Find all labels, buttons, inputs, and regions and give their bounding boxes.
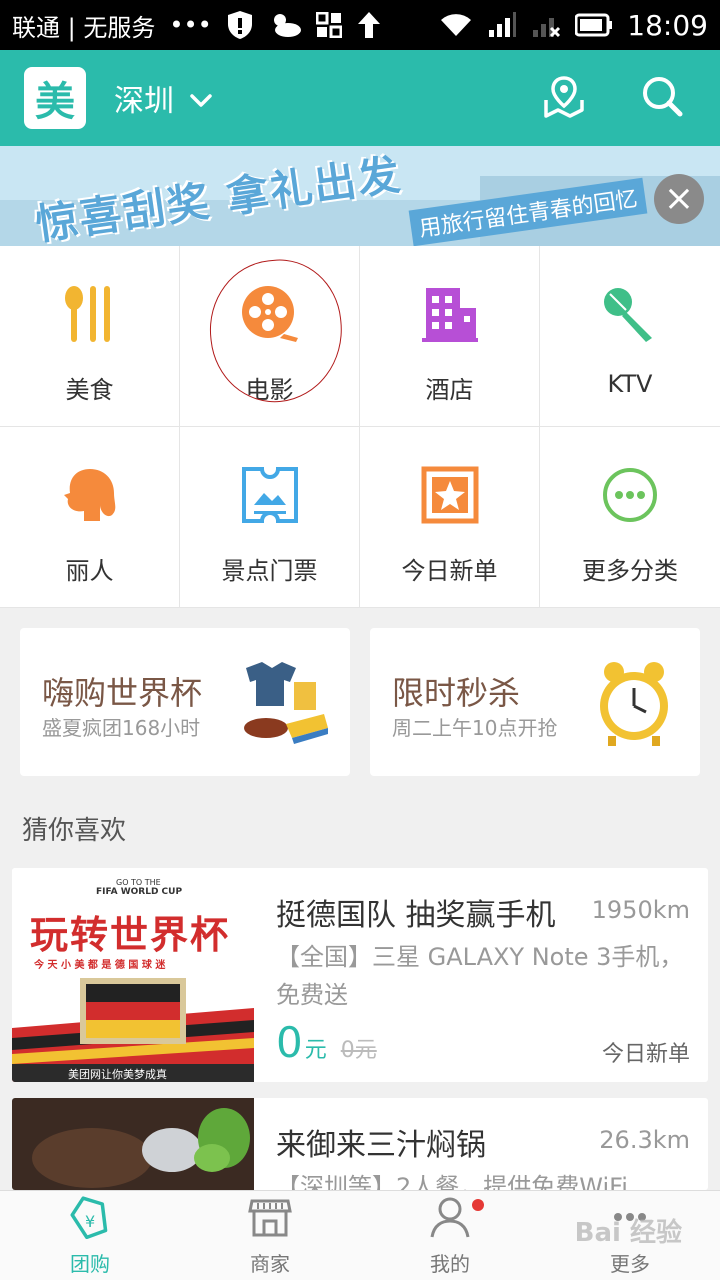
fork-knife-icon: [58, 282, 122, 346]
city-selector[interactable]: 深圳: [114, 76, 212, 120]
category-beauty[interactable]: 丽人: [0, 427, 180, 608]
deal-image-worldcup: GO TO THE FIFA WORLD CUP 玩转世界杯 今 天 小 美 都…: [12, 868, 254, 1082]
hotel-building-icon: [418, 282, 482, 346]
section-title-recommend: 猜你喜欢: [22, 816, 127, 846]
deal-card[interactable]: 来御来三汁焖锅 26.3km 【深圳等】2人餐，提供免费WiFi: [12, 1098, 708, 1190]
price-value: 0: [276, 1018, 303, 1067]
upload-arrow-icon: [356, 10, 382, 40]
category-ktv[interactable]: KTV: [540, 246, 720, 427]
wifi-icon: [439, 12, 473, 38]
deal-title: 来御来三汁焖锅: [276, 1128, 486, 1163]
deal-image-hotpot: [12, 1098, 254, 1190]
signal-icon: [487, 12, 517, 38]
ticket-icon: [238, 463, 302, 527]
svg-text:¥: ¥: [85, 1212, 95, 1231]
battery-icon: [575, 13, 613, 37]
category-hotel[interactable]: 酒店: [360, 246, 540, 427]
category-label: 酒店: [425, 376, 474, 404]
category-label: 今日新单: [401, 557, 498, 585]
deal-price: 0 元 0元: [276, 1018, 377, 1067]
worldcup-goods-image: [236, 658, 332, 748]
tab-label: 更多: [610, 1251, 650, 1276]
app-header: 美 深圳: [0, 50, 720, 146]
app-grid-icon: [315, 12, 342, 38]
tab-label: 团购: [70, 1251, 110, 1276]
app-logo: 美: [24, 67, 86, 129]
alarm-clock-icon: [586, 658, 682, 748]
tab-label: 我的: [430, 1251, 470, 1276]
promo-card-flash-sale[interactable]: 限时秒杀 周二上午10点开抢: [370, 628, 700, 776]
category-new-today[interactable]: 今日新单: [360, 427, 540, 608]
deal-image-caption-top: GO TO THE: [116, 878, 161, 887]
deal-image-caption-cup: FIFA WORLD CUP: [96, 887, 183, 897]
tab-label: 商家: [250, 1251, 290, 1276]
category-food[interactable]: 美食: [0, 246, 180, 427]
star-box-icon: [418, 463, 482, 527]
woman-head-icon: [58, 463, 122, 527]
tag-icon: ¥: [68, 1195, 112, 1244]
city-name: 深圳: [114, 84, 174, 119]
promo-banner[interactable]: 惊喜刮奖 拿礼出发 用旅行留住青春的回忆 ×: [0, 146, 720, 246]
deal-distance: 1950km: [591, 896, 690, 924]
promo-subtitle: 盛夏疯团168小时: [42, 716, 201, 740]
deal-description: 【全国】三星 GALAXY Note 3手机，免费送: [276, 943, 684, 1009]
user-icon: [428, 1195, 472, 1244]
map-location-icon[interactable]: [540, 72, 588, 124]
banner-close-button[interactable]: ×: [654, 174, 704, 224]
shop-icon: [248, 1195, 292, 1244]
baidu-watermark: Bai 经验: [574, 1218, 682, 1248]
category-label: 美食: [65, 376, 114, 404]
promo-card-worldcup[interactable]: 嗨购世界杯 盛夏疯团168小时: [20, 628, 350, 776]
price-unit: 元: [304, 1038, 327, 1063]
deal-card[interactable]: GO TO THE FIFA WORLD CUP 玩转世界杯 今 天 小 美 都…: [12, 868, 708, 1082]
shield-icon: [226, 10, 254, 40]
deal-image-footer: 美团网让你美梦成真: [68, 1068, 167, 1081]
more-dots-icon: [598, 463, 662, 527]
microphone-icon: [598, 282, 662, 346]
search-icon[interactable]: [640, 74, 684, 122]
more-dots: •••: [169, 11, 212, 39]
notification-dot: [472, 1199, 484, 1211]
deal-image-headline: 玩转世界杯: [30, 913, 231, 957]
category-grid: 美食 电影 酒店 KTV 丽人 景点门票 今日新单 更多分类: [0, 246, 720, 608]
chevron-down-icon: [190, 81, 212, 116]
category-more[interactable]: 更多分类: [540, 427, 720, 608]
status-bar: 联通 | 无服务 ••• 18:09: [0, 0, 720, 50]
promo-subtitle: 周二上午10点开抢: [392, 716, 558, 740]
signal-none-icon: [531, 12, 561, 38]
category-label: KTV: [607, 370, 653, 398]
weather-icon: [268, 12, 302, 38]
deal-distance: 26.3km: [599, 1126, 690, 1154]
tab-merchants[interactable]: 商家: [180, 1191, 360, 1280]
original-price: 0元: [340, 1038, 377, 1063]
promo-title: 嗨购世界杯: [42, 674, 203, 712]
category-movie[interactable]: 电影: [180, 246, 360, 427]
hand-drawn-circle-annotation: [202, 253, 350, 409]
clock: 18:09: [627, 8, 708, 42]
category-label: 景点门票: [221, 557, 318, 585]
carrier-text: 联通 | 无服务: [12, 13, 156, 42]
promo-title: 限时秒杀: [392, 674, 521, 712]
category-label: 更多分类: [582, 557, 678, 585]
category-tickets[interactable]: 景点门票: [180, 427, 360, 608]
tab-mine[interactable]: 我的: [360, 1191, 540, 1280]
deal-description: 【深圳等】2人餐，提供免费WiFi: [276, 1173, 628, 1190]
tab-group-buy[interactable]: ¥ 团购: [0, 1191, 180, 1280]
category-label: 丽人: [65, 557, 114, 585]
deal-title: 挺德国队 抽奖赢手机: [276, 898, 556, 933]
deal-image-sub: 今 天 小 美 都 是 德 国 球 迷: [34, 960, 166, 971]
deal-tag: 今日新单: [601, 1042, 690, 1067]
